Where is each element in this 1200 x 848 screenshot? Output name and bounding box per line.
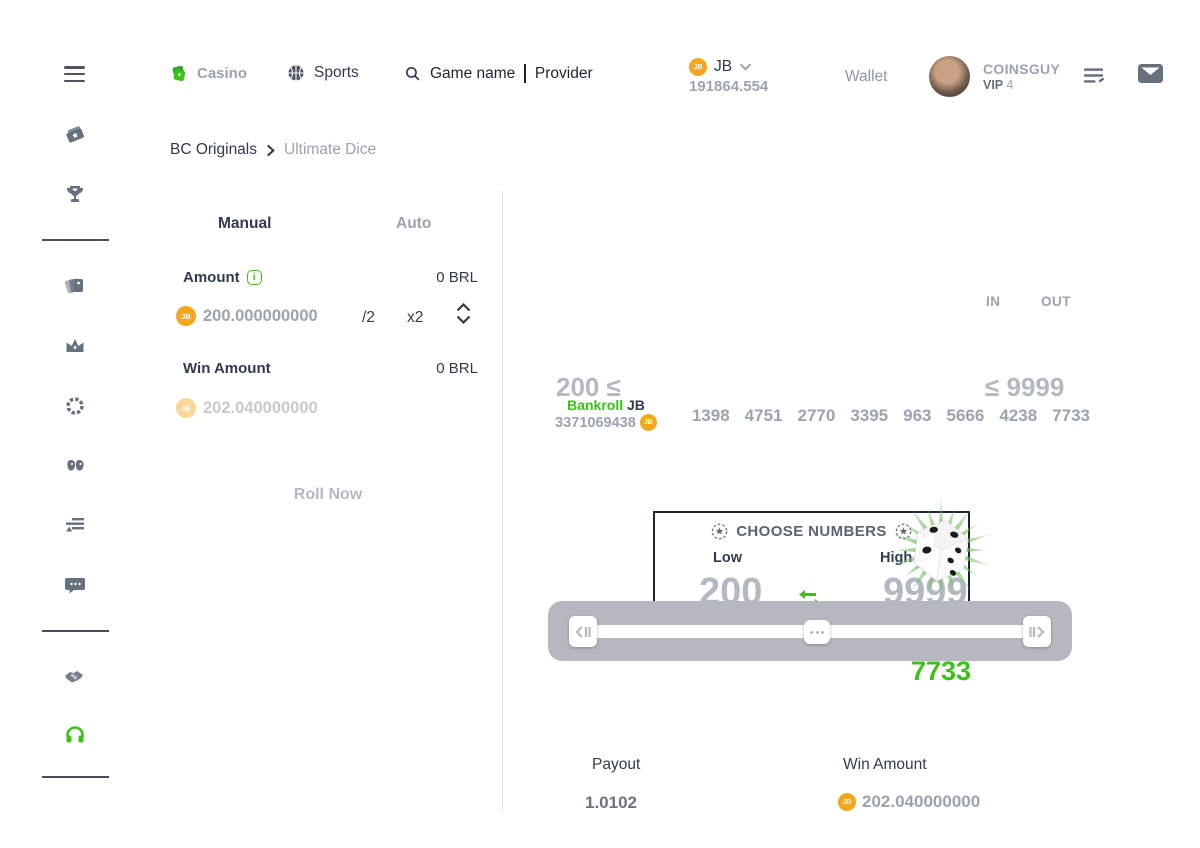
tickets-icon[interactable] [63, 123, 87, 147]
win-amount-label: Win Amount [183, 360, 271, 377]
chevron-up-icon[interactable] [456, 303, 471, 312]
info-icon[interactable]: i [247, 270, 262, 285]
history-item[interactable]: 4751 [745, 406, 783, 426]
vip-badge: VIP 4 [983, 78, 1013, 92]
slider-handle-low[interactable] [569, 616, 597, 647]
tab-manual[interactable]: Manual [218, 215, 271, 233]
avatar[interactable] [929, 56, 970, 97]
mail-icon[interactable] [1138, 63, 1163, 89]
bankroll-currency: JB [627, 397, 645, 413]
coin-icon: JB [838, 793, 856, 811]
history-item[interactable]: 1398 [692, 406, 730, 426]
chevron-right-icon [266, 144, 275, 157]
history-item[interactable]: 3395 [850, 406, 888, 426]
wallet-button[interactable]: Wallet [845, 68, 888, 86]
history-item[interactable]: 2770 [797, 406, 835, 426]
amount-input[interactable]: JB 200.000000000 [176, 306, 318, 326]
amount-label: Amount [183, 269, 240, 286]
panel-divider [502, 190, 503, 812]
win-amount-value: 202.040000000 [862, 792, 980, 812]
double-bet-button[interactable]: x2 [407, 309, 423, 327]
range-max: ≤ 9999 [985, 372, 1064, 403]
slider-handle-mid[interactable] [804, 620, 830, 644]
win-amount-label: Win Amount [843, 756, 927, 774]
history-item[interactable]: 4238 [999, 406, 1037, 426]
coin-icon: JB [640, 414, 657, 431]
coin-icon: JB [689, 58, 707, 76]
half-bet-button[interactable]: /2 [362, 309, 375, 327]
history-item[interactable]: 7733 [1052, 406, 1090, 426]
list-icon[interactable] [1084, 67, 1105, 90]
breadcrumb-current: Ultimate Dice [284, 141, 376, 159]
win-amount-display: JB 202.040000000 [176, 398, 318, 418]
balance-currency: JB [714, 58, 732, 76]
tab-auto[interactable]: Auto [396, 215, 431, 233]
dice-icon [879, 488, 1003, 617]
nav-sports[interactable]: Sports [286, 63, 359, 83]
low-label: Low [713, 550, 742, 566]
amount-fiat: 0 BRL [436, 269, 478, 286]
game-panel: Manual Auto Amount i 0 BRL JB 200.000000… [0, 190, 1200, 812]
roll-now-button[interactable]: Roll Now [170, 486, 486, 504]
win-amount-value: 202.040000000 [203, 399, 318, 418]
bankroll-value: 3371069438 [555, 415, 636, 431]
out-toggle[interactable]: OUT [1041, 294, 1071, 309]
breadcrumb-parent[interactable]: BC Originals [170, 141, 257, 159]
balance-selector[interactable]: JB JB [689, 58, 752, 76]
nav-sports-label: Sports [314, 64, 359, 82]
basketball-icon [286, 63, 306, 83]
username: COINSGUY [983, 61, 1060, 77]
coin-icon: JB [176, 306, 196, 326]
menu-icon[interactable] [64, 66, 85, 83]
nav-casino-label: Casino [197, 65, 247, 82]
amount-stepper[interactable] [456, 303, 471, 324]
coin-icon: JB [176, 398, 196, 418]
search-cursor [524, 64, 526, 83]
amount-value: 200.000000000 [203, 307, 318, 326]
search-input[interactable]: Game name Provider [404, 64, 593, 83]
history-item[interactable]: 5666 [947, 406, 985, 426]
breadcrumb: BC Originals Ultimate Dice [170, 141, 376, 159]
search-placeholder-provider: Provider [535, 65, 593, 83]
search-placeholder-game: Game name [430, 65, 515, 83]
search-icon [404, 65, 421, 82]
payout-value: 1.0102 [585, 793, 637, 812]
roll-history: 1398 4751 2770 3395 963 5666 4238 7733 [692, 406, 1090, 426]
chevron-down-icon[interactable] [456, 315, 471, 324]
history-item[interactable]: 963 [903, 406, 931, 426]
win-amount-fiat: 0 BRL [436, 360, 478, 377]
range-min: 200 ≤ [556, 372, 621, 403]
app-window: Casino Sports Game name Provider JB JB 1… [0, 0, 1200, 848]
slider-handle-high[interactable] [1023, 616, 1051, 647]
win-amount-display: JB 202.040000000 [838, 792, 980, 812]
balance-amount: 191864.554 [689, 78, 768, 95]
star-circle-icon [711, 523, 728, 540]
chevron-down-icon [739, 63, 752, 71]
in-toggle[interactable]: IN [986, 294, 1001, 309]
payout-label: Payout [592, 756, 640, 774]
casino-icon [168, 63, 189, 84]
range-slider [548, 601, 1072, 661]
nav-casino[interactable]: Casino [168, 63, 247, 84]
